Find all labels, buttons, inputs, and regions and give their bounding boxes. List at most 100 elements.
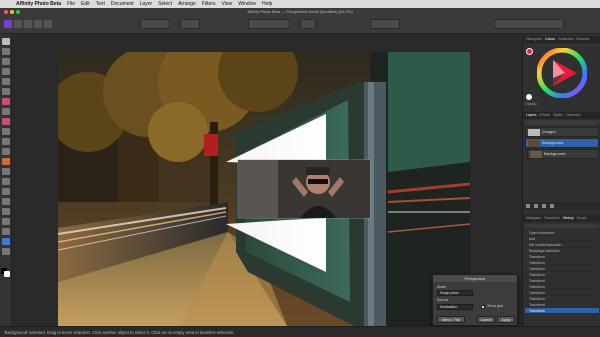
- text-tool-icon[interactable]: [2, 228, 10, 235]
- color-picker-icon[interactable]: [2, 108, 10, 115]
- source-select[interactable]: Destination: [437, 304, 473, 310]
- layer-name: Background: [544, 151, 566, 156]
- primary-swatch-icon[interactable]: [526, 48, 533, 55]
- fill-tool-icon[interactable]: [2, 118, 10, 125]
- delete-layer-icon[interactable]: [550, 204, 554, 208]
- secondary-swatch-icon[interactable]: [526, 94, 532, 100]
- mode-select[interactable]: Single plane: [437, 290, 473, 296]
- arrange-group[interactable]: [494, 19, 564, 29]
- mask-layer-icon[interactable]: [534, 204, 538, 208]
- layers-action-bar: [523, 202, 600, 210]
- secondary-color-icon[interactable]: [4, 271, 10, 277]
- show-grid-checkbox[interactable]: [481, 305, 485, 309]
- source-label: Source: [437, 298, 449, 302]
- shape-tool-icon[interactable]: [2, 218, 10, 225]
- adjustment-layer-icon[interactable]: [542, 204, 546, 208]
- history-slider[interactable]: [525, 224, 599, 228]
- quick-mask-group[interactable]: [370, 19, 400, 29]
- close-window-icon[interactable]: [4, 10, 8, 14]
- status-bar: 'Background' selected. Drag to move sele…: [0, 326, 600, 337]
- layer-row-background-selected[interactable]: Background: [525, 138, 599, 148]
- selection-brush-icon[interactable]: [2, 68, 10, 75]
- tab-transform[interactable]: Transform: [544, 215, 560, 222]
- menu-layer[interactable]: Layer: [140, 0, 153, 8]
- menu-text[interactable]: Text: [96, 0, 105, 8]
- mode-label: Mode: [437, 285, 446, 289]
- history-panel-tabs: Navigator Transform History Scope: [523, 215, 600, 222]
- cancel-button[interactable]: Cancel: [477, 316, 495, 323]
- menu-app-name[interactable]: Affinity Photo Beta: [16, 0, 61, 8]
- blur-tool-icon[interactable]: [2, 188, 10, 195]
- tab-layers[interactable]: Layers: [526, 112, 537, 119]
- tab-effects[interactable]: Effects: [540, 112, 551, 119]
- color-wheel[interactable]: [537, 48, 587, 98]
- dodge-tool-icon[interactable]: [2, 138, 10, 145]
- tab-colour[interactable]: Colour: [545, 36, 555, 43]
- liquify-persona-icon[interactable]: [14, 20, 22, 28]
- menu-filters[interactable]: Filters: [202, 0, 216, 8]
- menu-help[interactable]: Help: [262, 0, 272, 8]
- menu-arrange[interactable]: Arrange: [178, 0, 196, 8]
- menu-view[interactable]: View: [222, 0, 233, 8]
- add-layer-icon[interactable]: [526, 204, 530, 208]
- menu-bar: Affinity Photo Beta File Edit Text Docum…: [0, 0, 600, 8]
- tab-history[interactable]: History: [563, 215, 574, 222]
- marquee-tool-icon[interactable]: [2, 88, 10, 95]
- history-item-current[interactable]: Transform: [525, 308, 599, 314]
- document-image[interactable]: [58, 52, 470, 328]
- node-tool-icon[interactable]: [2, 208, 10, 215]
- flood-select-icon[interactable]: [2, 78, 10, 85]
- healing-brush-icon[interactable]: [2, 158, 10, 165]
- minimize-window-icon[interactable]: [10, 10, 14, 14]
- menu-select[interactable]: Select: [158, 0, 172, 8]
- tab-navigator[interactable]: Navigator: [526, 215, 541, 222]
- tools-panel: [0, 34, 12, 326]
- zoom-tool-icon[interactable]: [2, 238, 10, 245]
- layer-row-image[interactable]: (Image): [525, 127, 599, 137]
- auto-adjust-group[interactable]: [180, 19, 200, 29]
- window-title: Affinity Photo Beta — Perspective Detail…: [247, 9, 353, 14]
- red-eye-icon[interactable]: [2, 168, 10, 175]
- erase-tool-icon[interactable]: [2, 128, 10, 135]
- tab-scope[interactable]: Scope: [577, 215, 587, 222]
- layer-name: (Image): [542, 129, 556, 134]
- crop-tool-icon[interactable]: [2, 58, 10, 65]
- apply-button[interactable]: Apply: [497, 316, 515, 323]
- clone-tool-icon[interactable]: [2, 148, 10, 155]
- smudge-tool-icon[interactable]: [2, 178, 10, 185]
- view-tool-icon[interactable]: [2, 48, 10, 55]
- app-window: Affinity Photo Beta File Edit Text Docum…: [0, 0, 600, 337]
- show-grid-label: Show grid: [487, 304, 503, 308]
- perspective-dialog: Perspective Mode Single plane Source Des…: [432, 274, 518, 326]
- layer-row-background[interactable]: Background: [527, 149, 599, 159]
- menu-window[interactable]: Window: [238, 0, 256, 8]
- paint-brush-icon[interactable]: [2, 98, 10, 105]
- opacity-slider[interactable]: [525, 120, 599, 125]
- tab-histogram[interactable]: Histogram: [526, 36, 542, 43]
- snapping-button[interactable]: [300, 19, 316, 29]
- layer-name: Background: [542, 140, 564, 145]
- maximize-window-icon[interactable]: [16, 10, 20, 14]
- tab-channels[interactable]: Channels: [566, 112, 581, 119]
- layers-panel-tabs: Layers Effects Styles Channels: [523, 112, 600, 119]
- layer-thumbnail: [530, 151, 542, 158]
- mirror-flat-button[interactable]: Mirror / Flat: [437, 316, 465, 323]
- opacity-label: Opacity: [525, 102, 537, 106]
- hand-tool-icon[interactable]: [2, 248, 10, 255]
- develop-persona-icon[interactable]: [24, 20, 32, 28]
- move-tool-icon[interactable]: [2, 38, 10, 45]
- photo-persona-icon[interactable]: [4, 20, 12, 28]
- pen-tool-icon[interactable]: [2, 198, 10, 205]
- tab-styles[interactable]: Styles: [553, 112, 563, 119]
- menu-document[interactable]: Document: [111, 0, 134, 8]
- menu-edit[interactable]: Edit: [81, 0, 90, 8]
- selection-mode-group[interactable]: [248, 19, 290, 29]
- view-mode-group[interactable]: [140, 19, 170, 29]
- menu-file[interactable]: File: [67, 0, 75, 8]
- tab-brushes[interactable]: Brushes: [576, 36, 589, 43]
- dialog-title: Perspective: [433, 275, 517, 282]
- tone-mapping-persona-icon[interactable]: [34, 20, 42, 28]
- right-panel: Histogram Colour Swatches Brushes Opacit…: [522, 34, 600, 326]
- export-persona-icon[interactable]: [44, 20, 52, 28]
- tab-swatches[interactable]: Swatches: [558, 36, 573, 43]
